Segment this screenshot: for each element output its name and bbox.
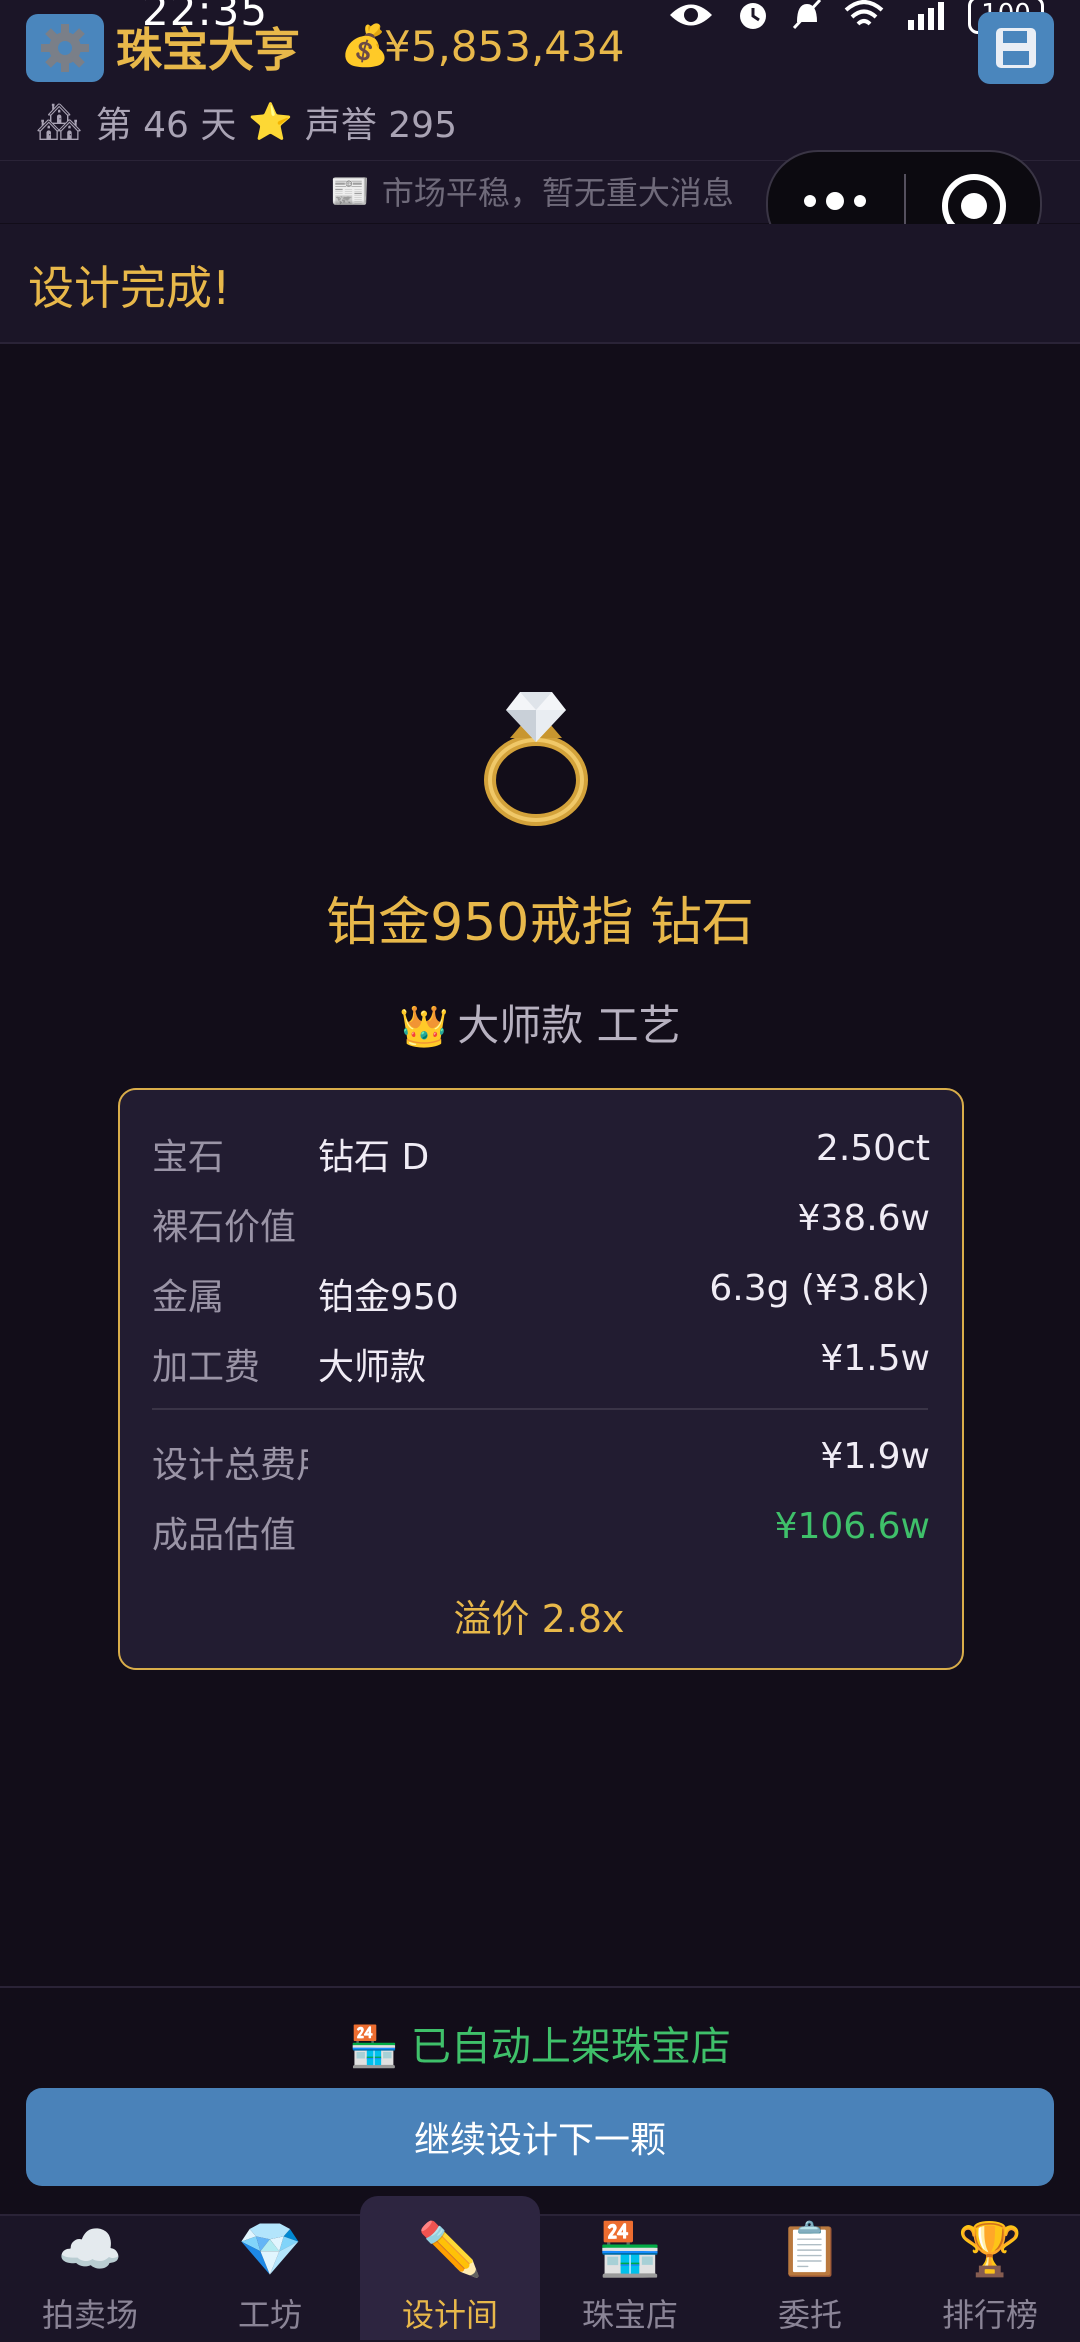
store-icon: 🏪 bbox=[597, 2220, 663, 2280]
day-counter: 🏘 第 46 天 bbox=[36, 96, 236, 148]
ring-icon bbox=[484, 692, 588, 826]
eye-icon bbox=[670, 4, 712, 26]
tab-store[interactable]: 🏪 珠宝店 bbox=[540, 2196, 720, 2340]
crown-icon: 👑 bbox=[399, 1004, 450, 1050]
row-value: ¥38.6w bbox=[797, 1198, 930, 1239]
tab-label: 排行榜 bbox=[941, 2296, 1038, 2334]
news-ticker: 📰 市场平稳，暂无重大消息 bbox=[330, 168, 734, 214]
news-text: 市场平稳，暂无重大消息 bbox=[381, 174, 734, 212]
diamond-icon: 💎 bbox=[237, 2220, 303, 2280]
tab-label: 委托 bbox=[777, 2296, 842, 2334]
pencil-icon: ✏️ bbox=[417, 2220, 483, 2280]
tab-workshop[interactable]: 💎 工坊 bbox=[180, 2196, 360, 2340]
row-middle: 铂金950 bbox=[318, 1277, 459, 1318]
trophy-icon: 🏆 bbox=[957, 2220, 1023, 2280]
auto-list-notice: 🏪 已自动上架珠宝店 bbox=[0, 2014, 1080, 2072]
cloud-icon: ☁️ bbox=[57, 2220, 123, 2280]
save-button[interactable] bbox=[978, 12, 1054, 84]
row-label: 加工费 bbox=[152, 1347, 261, 1388]
row-middle: 钻石 D bbox=[318, 1137, 430, 1178]
money-bag-icon: 💰 bbox=[340, 23, 390, 69]
detail-row-stone-value: 裸石价值 ¥38.6w bbox=[152, 1198, 930, 1248]
bottom-divider bbox=[0, 1986, 1080, 1988]
detail-row-labor: 加工费 大师款 ¥1.5w bbox=[152, 1338, 930, 1388]
row-label: 设计总费用 bbox=[152, 1445, 308, 1486]
wifi-icon bbox=[844, 0, 884, 26]
money-balance: ¥5,853,434 bbox=[384, 22, 625, 71]
craft-label: 大师款 工艺 bbox=[457, 1001, 681, 1050]
store-icon: 🏪 bbox=[349, 2024, 399, 2070]
detail-row-gem: 宝石 钻石 D 2.50ct bbox=[152, 1128, 930, 1178]
reputation-label: 声誉 295 bbox=[304, 105, 457, 146]
star-icon: ⭐ bbox=[248, 102, 293, 143]
mute-icon bbox=[792, 0, 822, 30]
tab-commission[interactable]: 📋 委托 bbox=[720, 2196, 900, 2340]
row-label: 宝石 bbox=[152, 1137, 225, 1178]
tab-design[interactable]: ✏️ 设计间 bbox=[360, 2196, 540, 2340]
alarm-icon bbox=[740, 3, 766, 29]
row-value: 2.50ct bbox=[815, 1128, 930, 1169]
card-divider bbox=[152, 1408, 928, 1410]
row-value: 6.3g (¥3.8k) bbox=[709, 1268, 930, 1309]
row-value: ¥1.5w bbox=[820, 1338, 930, 1379]
detail-row-metal: 金属 铂金950 6.3g (¥3.8k) bbox=[152, 1268, 930, 1318]
gear-icon bbox=[41, 24, 89, 72]
row-label: 裸石价值 bbox=[152, 1207, 297, 1248]
tab-label: 拍卖场 bbox=[41, 2296, 138, 2334]
row-label: 成品估值 bbox=[152, 1515, 297, 1556]
day-label: 第 46 天 bbox=[95, 105, 237, 146]
house-icon: 🏘 bbox=[36, 102, 82, 143]
tab-label: 工坊 bbox=[237, 2296, 302, 2334]
tab-label: 设计间 bbox=[401, 2296, 498, 2334]
settings-button[interactable] bbox=[26, 14, 104, 82]
tab-label: 珠宝店 bbox=[581, 2296, 678, 2334]
tab-leaderboard[interactable]: 🏆 排行榜 bbox=[900, 2196, 1080, 2340]
row-value: ¥1.9w bbox=[820, 1436, 930, 1477]
status-message: 设计完成! bbox=[28, 261, 231, 315]
app-title: 珠宝大亨 bbox=[116, 23, 300, 77]
clipboard-icon: 📋 bbox=[777, 2220, 843, 2280]
continue-design-button[interactable]: 继续设计下一颗 bbox=[26, 2088, 1054, 2186]
more-menu-icon[interactable] bbox=[804, 192, 866, 210]
signal-icon bbox=[908, 2, 944, 30]
auto-list-text: 已自动上架珠宝店 bbox=[410, 2024, 731, 2070]
row-label: 金属 bbox=[152, 1277, 225, 1318]
tab-auction[interactable]: ☁️ 拍卖场 bbox=[0, 2196, 180, 2340]
newspaper-icon: 📰 bbox=[330, 172, 370, 210]
premium-ratio: 溢价 2.8x bbox=[453, 1597, 625, 1641]
product-title: 铂金950戒指 钻石 bbox=[326, 893, 754, 953]
detail-row-estimate: 成品估值 ¥106.6w bbox=[152, 1506, 930, 1556]
reputation-counter: ⭐ 声誉 295 bbox=[248, 96, 457, 148]
craft-level: 👑 大师款 工艺 bbox=[0, 992, 1080, 1053]
save-icon bbox=[996, 28, 1036, 68]
row-value: ¥106.6w bbox=[774, 1506, 930, 1547]
row-middle: 大师款 bbox=[318, 1347, 427, 1388]
detail-row-total-fee: 设计总费用 ¥1.9w bbox=[152, 1436, 930, 1486]
